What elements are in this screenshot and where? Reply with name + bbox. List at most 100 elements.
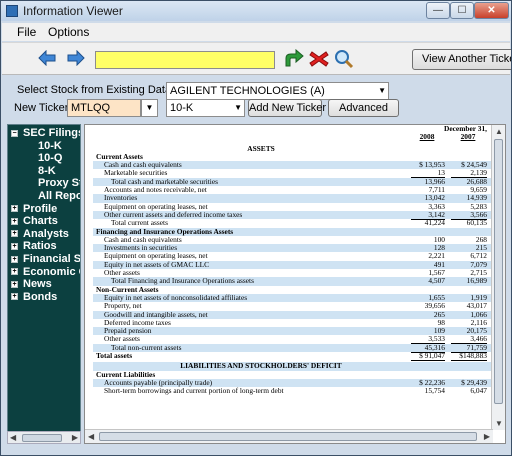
balance-sheet: December 31, 2008 2007 ASSETS Current Assets…: [93, 125, 491, 396]
tree-item[interactable]: Proxy Statements: [38, 177, 80, 190]
document-hscroll-thumb[interactable]: [99, 432, 477, 441]
line-item-label: Total assets: [96, 351, 133, 361]
form-type-combobox[interactable]: 10-K ▼: [166, 99, 245, 117]
scroll-right-icon[interactable]: ▶: [484, 431, 490, 442]
go-arrow-icon[interactable]: [283, 49, 305, 69]
magnifier-icon[interactable]: [333, 49, 355, 69]
tree-item[interactable]: + Ratios: [11, 240, 57, 253]
cancel-x-icon[interactable]: [308, 49, 330, 69]
underline-rule: [451, 360, 487, 362]
advanced-button[interactable]: Advanced: [328, 99, 399, 117]
title-bar[interactable]: Information Viewer — ☐ ✕: [1, 1, 511, 21]
information-viewer-window: Information Viewer — ☐ ✕ File Options Vi…: [0, 0, 512, 456]
company-combobox[interactable]: AGILENT TECHNOLOGIES (A) ▼: [166, 82, 389, 100]
value-2007: 16,989: [466, 276, 487, 286]
filing-document-view: December 31, 2008 2007 ASSETS Current Assets…: [84, 124, 506, 444]
maximize-button[interactable]: ☐: [450, 2, 474, 19]
year-header-row: 2008 2007: [93, 132, 491, 142]
collapse-icon[interactable]: −: [11, 129, 18, 137]
view-another-ticker-button[interactable]: View Another Ticker: [412, 49, 511, 70]
add-new-ticker-button[interactable]: Add New Ticker: [248, 99, 326, 117]
expand-icon[interactable]: +: [11, 255, 18, 263]
expand-icon[interactable]: +: [11, 293, 18, 301]
line-item-label: Short-term borrowings and current portio…: [104, 386, 284, 396]
value-2007: 6,047: [470, 386, 487, 396]
select-stock-panel: Select Stock from Existing Dataset AGILE…: [6, 78, 506, 120]
chevron-down-icon: ▼: [378, 86, 386, 95]
select-stock-label: Select Stock from Existing Dataset: [17, 84, 186, 96]
menu-file[interactable]: File: [17, 25, 36, 39]
tree-item-label: News: [23, 278, 52, 291]
close-button[interactable]: ✕: [474, 2, 509, 19]
expand-icon[interactable]: +: [11, 205, 18, 213]
value-2008: 15,754: [424, 386, 445, 396]
tree-item[interactable]: + Profile: [11, 203, 57, 216]
year-column-2008: 2008: [419, 132, 435, 142]
document-vertical-scrollbar[interactable]: ▲ ▼: [491, 125, 505, 430]
toolbar: View Another Ticker: [2, 42, 511, 75]
back-arrow-icon[interactable]: [38, 50, 56, 66]
tree-item[interactable]: + Charts: [11, 215, 58, 228]
expand-icon[interactable]: +: [11, 217, 18, 225]
tree-item[interactable]: + News: [11, 278, 52, 291]
expand-icon[interactable]: +: [11, 242, 18, 250]
section-heading-row: ASSETS: [93, 143, 491, 153]
new-ticker-label: New Ticker: [14, 102, 69, 114]
minimize-button[interactable]: —: [426, 2, 450, 19]
tree-item[interactable]: + Analysts: [11, 228, 69, 241]
expand-icon[interactable]: +: [11, 230, 18, 238]
tree-item-label: Economic Calendar: [23, 265, 80, 278]
chevron-down-icon: ▼: [234, 103, 242, 112]
tree-item[interactable]: + Economic Calendar: [11, 265, 80, 279]
tree-item-label: All Reports: [38, 190, 80, 202]
tree-item-label: Proxy Statements: [38, 177, 80, 190]
scroll-left-icon[interactable]: ◀: [10, 432, 16, 443]
tree-item-label: Bonds: [23, 290, 58, 303]
tree-item[interactable]: 10-K: [38, 140, 62, 153]
tree-item-label: Financial Statements: [23, 253, 81, 265]
expand-icon[interactable]: +: [11, 268, 18, 276]
tree-item[interactable]: + Financial Statements: [11, 253, 81, 266]
scroll-up-icon[interactable]: ▲: [495, 126, 503, 137]
tree-item-label: Ratios: [23, 240, 57, 253]
app-icon: [6, 5, 18, 17]
menu-options[interactable]: Options: [48, 25, 89, 39]
tree-scroll-thumb[interactable]: [22, 434, 62, 442]
line-item-row: Total assets $ 91,047 $148,883: [93, 351, 491, 364]
tree-item[interactable]: + Bonds: [11, 291, 57, 304]
document-horizontal-scrollbar[interactable]: ◀ ▶: [85, 429, 493, 443]
new-ticker-input[interactable]: MTLQQ: [67, 99, 141, 117]
new-ticker-dropdown-icon[interactable]: ▼: [141, 99, 158, 117]
line-item-label: ASSETS: [247, 143, 275, 153]
scroll-right-icon[interactable]: ▶: [72, 432, 78, 443]
tree-item-label: 8-K: [38, 164, 56, 177]
tree-item-label: Analysts: [23, 227, 69, 240]
value-2008: 4,507: [428, 276, 445, 286]
value-2007: 60,135: [466, 218, 487, 228]
tree-item-label: Charts: [23, 215, 58, 228]
navigation-tree: −SEC Filings10-K10-Q8-KProxy StatementsA…: [7, 124, 81, 444]
tree-item-label: 10-Q: [38, 152, 63, 165]
ticker-combobox[interactable]: [95, 51, 275, 69]
expand-icon[interactable]: +: [11, 280, 18, 288]
menu-bar: File Options: [2, 23, 510, 41]
tree-item-label: 10-K: [38, 139, 62, 152]
forward-arrow-icon[interactable]: [67, 50, 85, 66]
scroll-down-icon[interactable]: ▼: [495, 418, 503, 429]
tree-item[interactable]: All Reports: [38, 190, 80, 203]
year-column-2007: 2007: [460, 132, 476, 142]
company-value: AGILENT TECHNOLOGIES (A): [170, 85, 325, 97]
scroll-left-icon[interactable]: ◀: [88, 431, 94, 442]
tree-item[interactable]: 10-Q: [38, 152, 62, 165]
value-2008: 41,224: [424, 218, 445, 228]
tree-item[interactable]: − SEC Filings: [11, 127, 81, 140]
tree-item-label: SEC Filings: [23, 127, 81, 139]
tree-horizontal-scrollbar[interactable]: ◀ ▶: [7, 431, 81, 444]
window-title: Information Viewer: [23, 4, 123, 18]
line-item-row: Short-term borrowings and current portio…: [93, 386, 491, 396]
line-item-row: Deferred income taxes 98 2,116: [93, 318, 491, 327]
tree-item[interactable]: 8-K: [38, 165, 56, 178]
document-scroll-thumb[interactable]: [494, 139, 503, 404]
underline-rule: [411, 360, 445, 362]
tree-item-label: Profile: [23, 202, 58, 215]
